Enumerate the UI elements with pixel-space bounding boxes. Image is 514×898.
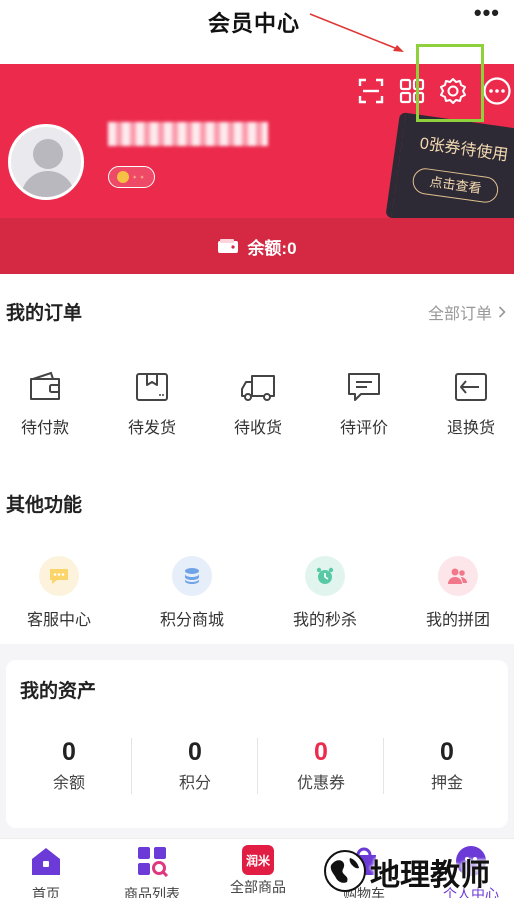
- return-icon: [455, 373, 487, 401]
- member-level-text: · ·: [133, 170, 145, 184]
- balance-label: 余额:0: [247, 238, 297, 258]
- tab-label: 商品列表: [124, 886, 180, 898]
- group-icon: [448, 568, 467, 584]
- asset-value: 0: [188, 738, 202, 766]
- points-mall[interactable]: 积分商城: [141, 556, 243, 630]
- asset-points[interactable]: 0 积分: [132, 738, 258, 793]
- tab-home[interactable]: 首页: [0, 845, 97, 898]
- globe-icon: [324, 850, 366, 892]
- brand-icon: 润米: [242, 845, 274, 875]
- function-label: 我的秒杀: [292, 612, 357, 629]
- avatar[interactable]: [8, 124, 84, 200]
- all-orders-label: 全部订单: [427, 306, 492, 323]
- wallet-icon: [30, 371, 60, 400]
- section-title-assets: 我的资产: [20, 681, 97, 702]
- grid-search-icon: [138, 847, 169, 878]
- section-title-other: 其他功能: [6, 495, 83, 516]
- my-flash-sale[interactable]: 我的秒杀: [274, 556, 376, 630]
- coupon-card[interactable]: 0张券待使用 点击查看: [385, 112, 514, 218]
- my-assets-card: 我的资产 0 余额 0 积分 0 优惠券 0 押金: [6, 660, 508, 828]
- function-label: 我的拼团: [425, 612, 490, 629]
- asset-label: 押金: [430, 775, 463, 792]
- crown-icon: [117, 171, 129, 183]
- my-group-buy[interactable]: 我的拼团: [407, 556, 509, 630]
- service-center[interactable]: 客服中心: [8, 556, 110, 630]
- function-label: 积分商城: [159, 612, 224, 629]
- tab-label: 全部商品: [230, 879, 286, 895]
- asset-coupons[interactable]: 0 优惠券: [258, 738, 384, 793]
- order-returns[interactable]: 退换货: [420, 370, 514, 438]
- order-item-label: 待评价: [339, 420, 388, 437]
- annotation-arrow: [309, 13, 404, 52]
- asset-value: 0: [440, 738, 454, 766]
- app-screen: 会员中心 ••• · · 0张券待使用 点击查看 余额:0 我的订单 全部订单 …: [0, 0, 514, 898]
- coupon-title: 0张券待使用: [418, 135, 510, 165]
- chevron-right-icon: [498, 306, 506, 318]
- asset-label: 优惠券: [296, 775, 345, 792]
- asset-value: 0: [314, 738, 328, 766]
- truck-icon: [241, 375, 275, 401]
- asset-deposit[interactable]: 0 押金: [384, 738, 510, 793]
- chat-icon: [50, 569, 68, 584]
- order-item-label: 待发货: [127, 420, 176, 437]
- coins-icon: [185, 568, 199, 584]
- wallet-icon: [218, 239, 239, 253]
- function-label: 客服中心: [26, 612, 91, 629]
- order-item-label: 待付款: [20, 420, 69, 437]
- order-item-label: 待收货: [233, 420, 282, 437]
- order-pending-receipt[interactable]: 待收货: [207, 370, 309, 438]
- asset-label: 积分: [178, 775, 211, 792]
- alarm-icon: [316, 567, 334, 584]
- watermark-text: 地理教师: [370, 859, 490, 892]
- other-functions-section: 其他功能 客服中心 积分商城 我的秒杀 我的拼团: [0, 460, 514, 644]
- tab-all-products[interactable]: 润米 全部商品: [207, 845, 309, 897]
- balance-bar[interactable]: 余额:0: [0, 218, 514, 274]
- username-blurred: [108, 122, 268, 146]
- order-item-label: 退换货: [446, 420, 495, 437]
- coupon-view-button[interactable]: 点击查看: [411, 166, 500, 205]
- home-icon: [32, 848, 60, 875]
- order-pending-payment[interactable]: 待付款: [0, 370, 96, 438]
- section-title-orders: 我的订单: [6, 303, 83, 324]
- all-orders-link[interactable]: 全部订单: [428, 300, 506, 324]
- comment-icon: [348, 373, 380, 401]
- order-pending-shipment[interactable]: 待发货: [101, 370, 203, 438]
- order-pending-review[interactable]: 待评价: [313, 370, 415, 438]
- tab-product-list[interactable]: 商品列表: [101, 845, 203, 898]
- member-level-badge[interactable]: · ·: [108, 166, 156, 188]
- tab-label: 首页: [32, 886, 60, 898]
- brand-icon-text: 润米: [245, 853, 270, 868]
- asset-value: 0: [62, 738, 76, 766]
- asset-balance[interactable]: 0 余额: [6, 738, 132, 793]
- asset-label: 余额: [52, 775, 85, 792]
- my-orders-section: 我的订单 全部订单 待付款 待发货 待收货 待评价 退换货: [0, 274, 514, 460]
- scan-icon[interactable]: [356, 76, 386, 106]
- watermark: 地理教师: [322, 844, 514, 898]
- box-icon: [136, 373, 168, 401]
- more-icon[interactable]: [482, 76, 512, 106]
